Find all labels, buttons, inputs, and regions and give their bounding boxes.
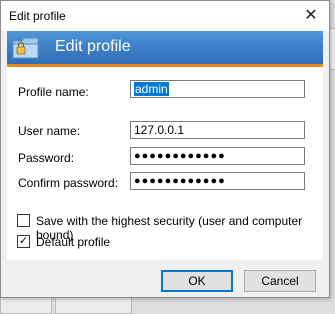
cancel-button[interactable]: Cancel (244, 270, 316, 292)
edit-profile-dialog: Edit profile ✕ Edit profile Profile name… (0, 0, 330, 298)
highest-security-checkbox[interactable] (17, 214, 30, 227)
profile-name-input[interactable]: admin (130, 80, 305, 98)
header-banner: Edit profile (7, 31, 323, 64)
user-name-input[interactable]: 127.0.0.1 (130, 121, 305, 139)
confirm-password-input[interactable]: ●●●●●●●●●●●● (130, 172, 305, 190)
user-name-label: User name: (18, 124, 81, 138)
folder-lock-icon (12, 37, 39, 59)
window-title: Edit profile (9, 9, 66, 23)
form-panel: Profile name: admin User name: 127.0.0.1… (7, 67, 323, 260)
default-profile-label: Default profile (36, 235, 111, 249)
password-value: ●●●●●●●●●●●● (134, 150, 226, 162)
confirm-password-value: ●●●●●●●●●●●● (134, 175, 226, 187)
title-bar: Edit profile ✕ (1, 1, 329, 31)
password-label: Password: (18, 151, 75, 165)
password-input[interactable]: ●●●●●●●●●●●● (130, 147, 305, 165)
close-icon: ✕ (304, 7, 318, 24)
close-button[interactable]: ✕ (293, 1, 329, 31)
ok-button[interactable]: OK (161, 270, 233, 292)
default-profile-checkbox[interactable]: ✓ (17, 235, 30, 248)
checkmark-icon: ✓ (18, 235, 29, 247)
confirm-password-label: Confirm password: (18, 176, 119, 190)
user-name-value: 127.0.0.1 (134, 123, 185, 137)
cancel-button-label: Cancel (261, 274, 299, 288)
banner-title: Edit profile (55, 38, 131, 55)
profile-name-value: admin (134, 82, 169, 96)
ok-button-label: OK (188, 274, 206, 288)
profile-name-label: Profile name: (18, 85, 89, 99)
